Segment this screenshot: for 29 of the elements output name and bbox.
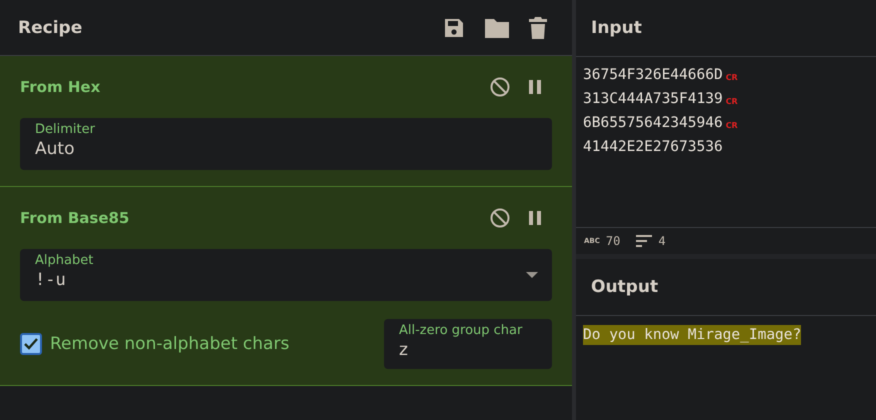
pause-icon[interactable] (528, 79, 542, 95)
line-ending-marker: CR (726, 120, 738, 130)
input-field[interactable]: All-zero group char z (384, 319, 552, 369)
line-ending-marker: CR (726, 72, 738, 82)
caret-icon (526, 272, 538, 278)
disable-icon[interactable] (490, 77, 510, 97)
input-title: Input (591, 18, 642, 38)
pause-icon[interactable] (528, 210, 542, 226)
lines-icon (636, 235, 652, 247)
input-line: 41442E2E27673536 (583, 139, 723, 155)
output-text: Do you know Mirage_Image? (583, 325, 802, 345)
input-line: 313C444A735F4139 (583, 91, 723, 107)
line-ending-marker: CR (726, 96, 738, 106)
output-title: Output (591, 277, 658, 297)
dropdown-field[interactable]: Alphabet !-u (20, 249, 552, 301)
character-count: 70 (606, 234, 620, 248)
line-count: 4 (658, 234, 666, 248)
input-field[interactable]: Delimiter Auto (20, 118, 552, 170)
input-editor[interactable]: 36754F326E44666D CR 313C444A735F4139 CR 6B65575642345946 CR 41442E2E27673536 (576, 57, 876, 228)
operation-name: From Hex (20, 78, 100, 96)
folder-icon[interactable] (484, 16, 510, 38)
disable-icon[interactable] (490, 208, 510, 228)
checkbox-label: Remove non-alphabet chars (50, 334, 290, 354)
checkbox[interactable] (20, 333, 42, 355)
recipe-title: Recipe (18, 18, 82, 38)
input-line: 36754F326E44666D (583, 67, 723, 83)
trash-icon[interactable] (528, 16, 548, 40)
input-line: 6B65575642345946 (583, 115, 723, 131)
operation-name: From Base85 (20, 209, 130, 227)
